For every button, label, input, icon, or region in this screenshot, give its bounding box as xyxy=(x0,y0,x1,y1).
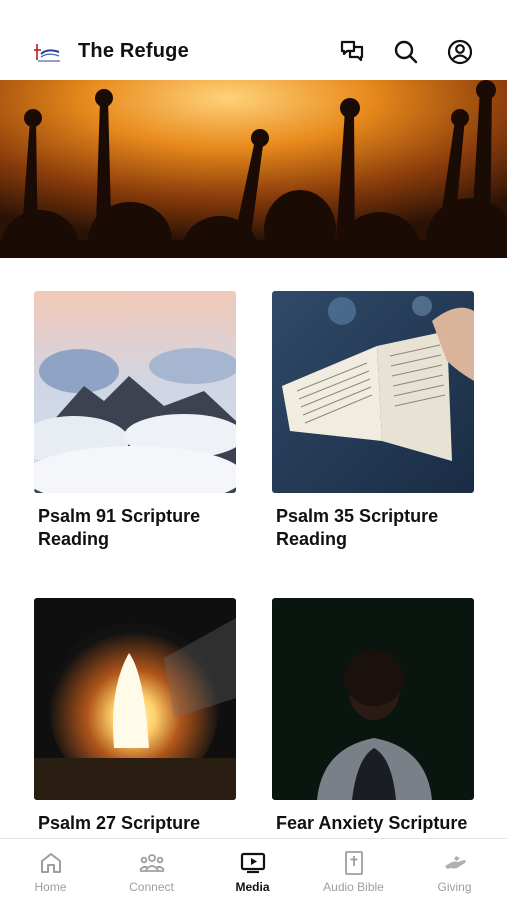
hero-banner-image[interactable] xyxy=(0,80,507,258)
card-title[interactable]: Psalm 91 Scripture Reading xyxy=(34,505,236,551)
app-header: The Refuge xyxy=(0,0,507,80)
media-card[interactable]: Psalm 35 Scripture Reading xyxy=(272,291,474,551)
nav-item-media[interactable]: Media xyxy=(202,839,303,901)
nav-label: Audio Bible xyxy=(323,880,384,894)
nav-item-home[interactable]: Home xyxy=(0,839,101,901)
giving-hand-icon xyxy=(444,856,466,869)
home-icon xyxy=(40,853,61,873)
card-title[interactable]: Psalm 35 Scripture Reading xyxy=(272,505,474,551)
nav-item-giving[interactable]: Giving xyxy=(404,839,505,901)
account-icon[interactable] xyxy=(446,38,474,66)
nav-label: Connect xyxy=(129,880,174,894)
woman-portrait-image[interactable] xyxy=(272,598,474,800)
app-title: The Refuge xyxy=(78,40,189,62)
nav-item-audio-bible[interactable]: Audio Bible xyxy=(303,839,404,901)
search-icon[interactable] xyxy=(392,38,420,66)
media-card[interactable]: Fear Anxiety Scripture Meditation xyxy=(272,598,474,858)
tomb-light-image[interactable] xyxy=(34,598,236,800)
bible-icon xyxy=(344,851,363,875)
church-logo[interactable] xyxy=(32,38,62,66)
media-card[interactable]: Psalm 27 Scripture Reading xyxy=(34,598,236,858)
open-bible-image[interactable] xyxy=(272,291,474,493)
nav-item-connect[interactable]: Connect xyxy=(101,839,202,901)
clouds-mountain-image[interactable] xyxy=(34,291,236,493)
play-tv-icon xyxy=(240,852,265,874)
bottom-navigation: Home Connect Media Audio Bible Giving xyxy=(0,838,507,901)
people-icon xyxy=(138,854,165,872)
chat-icon[interactable] xyxy=(338,38,366,66)
nav-label: Giving xyxy=(437,880,472,894)
nav-label: Home xyxy=(34,880,67,894)
nav-label: Media xyxy=(235,880,270,894)
media-card[interactable]: Psalm 91 Scripture Reading xyxy=(34,291,236,551)
